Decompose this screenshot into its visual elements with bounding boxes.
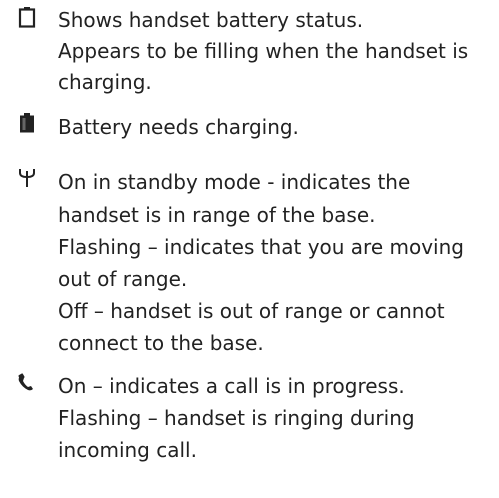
battery-outline-icon: [18, 7, 36, 28]
legend-text-line: Appears to be filling when the handset i…: [58, 39, 469, 63]
legend-text-line: charging.: [58, 70, 152, 94]
legend-text-line: connect to the base.: [58, 331, 264, 355]
battery-and-signal-icon-legend: Shows handset battery status. Appears to…: [0, 0, 499, 498]
legend-text-line: Battery needs charging.: [58, 115, 299, 139]
legend-text-line: On – indicates a call is in progress.: [58, 374, 405, 398]
phone-handset-icon: [18, 373, 33, 391]
legend-text-line: Off – handset is out of range or cannot: [58, 299, 445, 323]
legend-text-line: Shows handset battery status.: [58, 8, 364, 32]
legend-text-line: On in standby mode - indicates the: [58, 170, 411, 194]
legend-text-line: incoming call.: [58, 438, 197, 462]
battery-low-icon: [20, 113, 34, 133]
legend-text-line: out of range.: [58, 267, 188, 291]
antenna-signal-icon: [19, 169, 35, 187]
legend-text-line: Flashing – indicates that you are moving: [58, 235, 464, 259]
legend-text-line: handset is in range of the base.: [58, 203, 376, 227]
legend-text-line: Flashing – handset is ringing during: [58, 406, 415, 430]
